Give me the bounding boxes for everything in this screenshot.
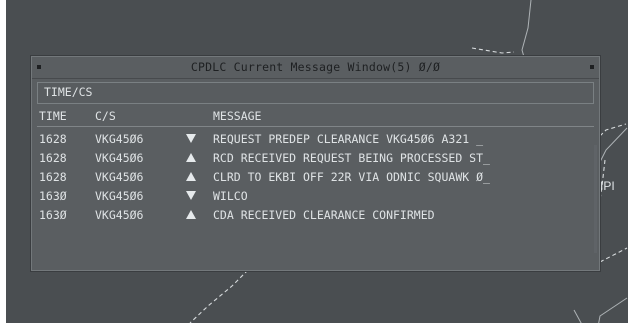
map-airway-dashed [471, 47, 515, 54]
message-text: CDA RECEIVED CLEARANCE CONFIRMED [213, 208, 435, 222]
column-header-message[interactable]: MESSAGE [213, 109, 261, 123]
sort-tab-strip[interactable]: TIME/CS [37, 82, 594, 104]
message-callsign: VKG45Ø6 [95, 189, 144, 203]
message-callsign: VKG45Ø6 [95, 170, 144, 184]
map-airway-dashed [599, 247, 628, 263]
message-row[interactable]: 1628 VKG45Ø6 CLRD TO EKBI OFF 22R VIA OD… [37, 168, 594, 187]
message-scrollbar[interactable] [594, 145, 597, 253]
message-row[interactable]: 163Ø VKG45Ø6 CDA RECEIVED CLEARANCE CONF… [37, 206, 594, 225]
window-title: CPDLC Current Message Window(5) Ø/Ø [190, 60, 441, 74]
message-row[interactable]: 1628 VKG45Ø6 RCD RECEIVED REQUEST BEING … [37, 149, 594, 168]
window-titlebar[interactable]: CPDLC Current Message Window(5) Ø/Ø [32, 57, 599, 79]
message-callsign: VKG45Ø6 [95, 208, 144, 222]
cpdlc-window: CPDLC Current Message Window(5) Ø/Ø TIME… [31, 56, 600, 271]
message-callsign: VKG45Ø6 [95, 132, 144, 146]
map-boundary-line [599, 127, 628, 163]
map-boundary-line [521, 0, 532, 58]
message-list: 1628 VKG45Ø6 REQUEST PREDEP CLEARANCE VK… [37, 130, 594, 225]
message-row[interactable]: 1628 VKG45Ø6 REQUEST PREDEP CLEARANCE VK… [37, 130, 594, 149]
message-text: REQUEST PREDEP CLEARANCE VKG45Ø6 A321 _ [213, 132, 484, 146]
uplink-arrow-icon [186, 210, 196, 219]
map-fix-label: ΙPI [600, 179, 615, 193]
message-text: WILCO [213, 189, 248, 203]
tab-time-cs[interactable]: TIME/CS [44, 85, 92, 99]
window-close-icon[interactable] [590, 65, 594, 69]
downlink-arrow-icon [186, 191, 196, 200]
map-airway-dashed [599, 123, 627, 137]
column-header-time[interactable]: TIME [39, 109, 67, 123]
frame-edge [0, 323, 628, 332]
message-time: 1628 [39, 132, 67, 146]
downlink-arrow-icon [186, 134, 196, 143]
message-row[interactable]: 163Ø VKG45Ø6 WILCO [37, 187, 594, 206]
message-callsign: VKG45Ø6 [95, 151, 144, 165]
column-headers: TIME C/S MESSAGE [37, 106, 594, 127]
column-header-callsign[interactable]: C/S [95, 109, 116, 123]
message-time: 1628 [39, 151, 67, 165]
message-time: 163Ø [39, 189, 67, 203]
map-airway-dashed [189, 269, 249, 324]
message-time: 163Ø [39, 208, 67, 222]
message-text: CLRD TO EKBI OFF 22R VIA ODNIC SQUAWK Ø_ [213, 170, 490, 184]
uplink-arrow-icon [186, 172, 196, 181]
radar-screen: ΙPI CPDLC Current Message Window(5) Ø/Ø … [0, 0, 628, 332]
uplink-arrow-icon [186, 153, 196, 162]
message-time: 1628 [39, 170, 67, 184]
message-text: RCD RECEIVED REQUEST BEING PROCESSED ST_ [213, 151, 490, 165]
frame-edge [0, 0, 6, 332]
